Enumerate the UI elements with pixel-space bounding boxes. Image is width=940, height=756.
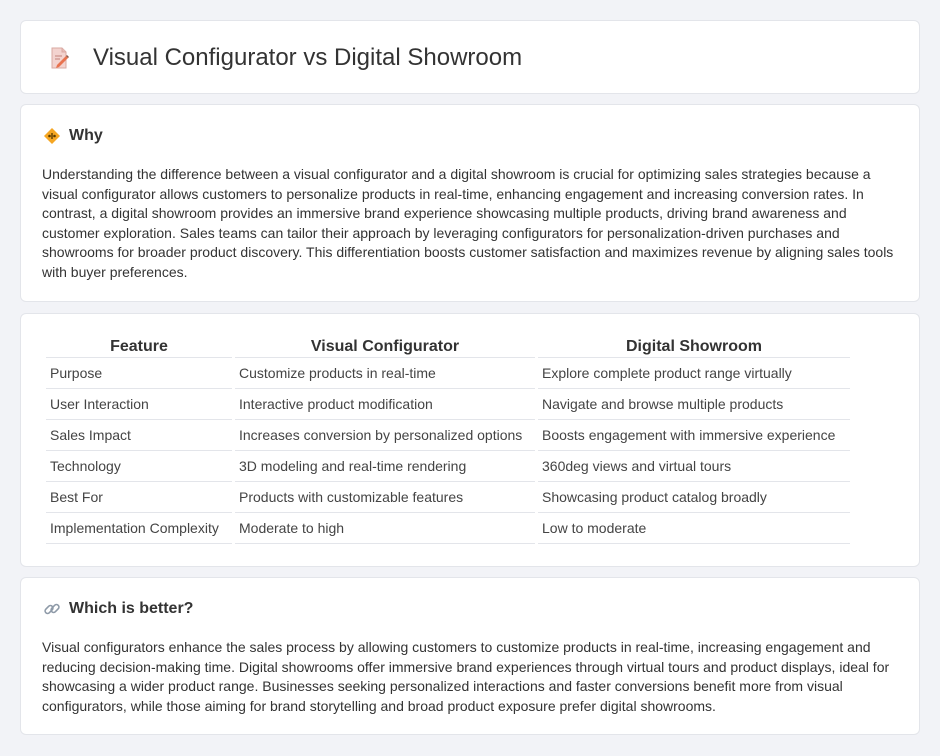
better-text: Visual configurators enhance the sales p… xyxy=(42,639,890,714)
table-cell: Showcasing product catalog broadly xyxy=(538,482,850,513)
page-title: Visual Configurator vs Digital Showroom xyxy=(93,44,523,71)
comparison-section: Feature Visual Configurator Digital Show… xyxy=(20,313,920,567)
table-cell: User Interaction xyxy=(46,389,232,420)
table-cell: Products with customizable features xyxy=(235,482,535,513)
why-header: Why xyxy=(43,127,103,145)
table-cell: Increases conversion by personalized opt… xyxy=(235,420,535,451)
header-digital-showroom: Digital Showroom xyxy=(538,336,850,358)
comparison-table: Feature Visual Configurator Digital Show… xyxy=(43,336,853,544)
table-cell: Explore complete product range virtually xyxy=(538,358,850,389)
table-cell: 3D modeling and real-time rendering xyxy=(235,451,535,482)
why-section: Why Understanding the difference between… xyxy=(20,104,920,302)
table-row: Sales Impact Increases conversion by per… xyxy=(46,420,850,451)
header-feature: Feature xyxy=(46,336,232,358)
table-cell: Implementation Complexity xyxy=(46,513,232,544)
table-row: User Interaction Interactive product mod… xyxy=(46,389,850,420)
table-cell: Technology xyxy=(46,451,232,482)
table-cell: Boosts engagement with immersive experie… xyxy=(538,420,850,451)
header-visual-configurator: Visual Configurator xyxy=(235,336,535,358)
table-cell: Interactive product modification xyxy=(235,389,535,420)
table-row: Best For Products with customizable feat… xyxy=(46,482,850,513)
why-heading: Why xyxy=(69,127,103,144)
table-cell: Sales Impact xyxy=(46,420,232,451)
table-cell: Moderate to high xyxy=(235,513,535,544)
table-cell: 360deg views and virtual tours xyxy=(538,451,850,482)
table-row: Implementation Complexity Moderate to hi… xyxy=(46,513,850,544)
table-row: Technology 3D modeling and real-time ren… xyxy=(46,451,850,482)
title-card: Visual Configurator vs Digital Showroom xyxy=(20,20,920,94)
table-cell: Customize products in real-time xyxy=(235,358,535,389)
table-cell: Best For xyxy=(46,482,232,513)
table-cell: Purpose xyxy=(46,358,232,389)
better-heading: Which is better? xyxy=(69,600,194,617)
better-header: Which is better? xyxy=(43,600,193,618)
why-text: Understanding the difference between a v… xyxy=(42,166,894,280)
link-icon xyxy=(43,600,61,618)
table-cell: Low to moderate xyxy=(538,513,850,544)
table-header-row: Feature Visual Configurator Digital Show… xyxy=(46,336,850,358)
table-row: Purpose Customize products in real-time … xyxy=(46,358,850,389)
which-is-better-section: Which is better? Visual configurators en… xyxy=(20,577,920,735)
warning-diamond-icon xyxy=(43,127,61,145)
document-pen-icon xyxy=(47,46,71,70)
table-cell: Navigate and browse multiple products xyxy=(538,389,850,420)
